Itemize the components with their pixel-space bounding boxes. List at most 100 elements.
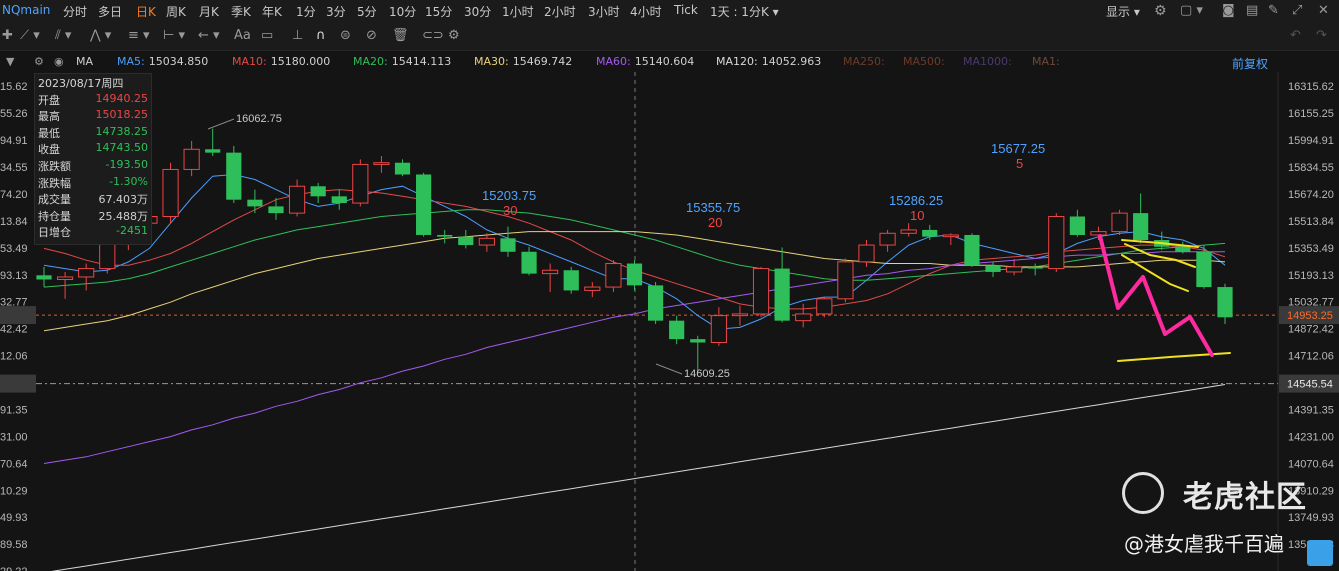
indicator-name[interactable]: MA [76,55,93,68]
ma-legend-item[interactable]: MA5: 15034.850 [117,55,208,68]
ma-legend-label: MA60: [596,55,631,68]
ruler-icon[interactable]: ⊥ [292,28,303,43]
day-select[interactable]: 1天 : 1分K ▾ [710,3,779,20]
arrow-left-icon[interactable]: ← ▾ [198,28,220,43]
indicator-eye-icon[interactable]: ◉ [54,55,64,68]
redo-icon[interactable]: ↷ [1316,28,1327,43]
candle-body-up [710,315,727,344]
magnet-icon[interactable]: ∩ [316,28,326,43]
ma-legend-item[interactable]: MA1000: [963,55,1016,68]
measure-icon[interactable]: ⊢ ▾ [163,28,185,43]
expand-icon[interactable]: ⤢ [1292,3,1302,18]
tab-timeframe[interactable]: 4小时 [630,3,662,20]
ma-legend-item[interactable]: MA1: [1032,55,1064,68]
ma-legend-item[interactable]: MA20: 15414.113 [353,55,451,68]
ma-legend-value: 15034.850 [148,55,209,68]
ma-legend-label: MA20: [353,55,388,68]
info-row: 涨跌幅 -1.30% [35,174,151,191]
candle-body-up [1048,215,1065,270]
chart-annotation: 20 [708,215,722,230]
candle-body-up [584,286,601,291]
y-tick-label-right: 14231.00 [1288,431,1334,443]
display-dropdown[interactable]: 显示 ▾ [1106,3,1140,20]
ma-legend-item[interactable]: MA10: 15180.000 [232,55,330,68]
ma-legend-value: 15180.000 [270,55,331,68]
info-key: 最高 [38,110,60,124]
candle-body-up [99,242,116,270]
ma-legend-label: MA1000: [963,55,1012,68]
ma-legend-item[interactable]: MA120: 14052.963 [716,55,821,68]
tab-timeframe[interactable]: 分时 [63,3,87,20]
candle-body-down [394,162,411,175]
tab-timeframe[interactable]: 周K [166,3,186,20]
ma-legend-item[interactable]: MA60: 15140.604 [596,55,694,68]
chart-annotation: 15286.25 [889,193,943,208]
info-value: -2451 [116,224,148,238]
hide-icon[interactable]: ⊘ [366,28,377,43]
drawing-toolbar: ✚ ⟋ ▾ ⫽ ▾ ⋀ ▾ ≡ ▾ ⊢ ▾ ← ▾ Aa ▭ ⊥ ∩ ⊜ ⊘ 🗑… [0,22,1339,51]
tab-timeframe[interactable]: 10分 [389,3,416,20]
ma-legend-item[interactable]: MA500: [903,55,949,68]
tab-timeframe[interactable]: 30分 [464,3,491,20]
ma-legend-value: 15414.113 [391,55,452,68]
candle-body-down [226,152,242,200]
candle-body-up [352,163,369,204]
pattern-icon[interactable]: ⋀ ▾ [90,28,111,43]
candle-body-down [310,186,326,197]
tab-timeframe[interactable]: 多日 [98,3,122,20]
tab-timeframe[interactable]: Tick [674,3,698,17]
layout-square-icon[interactable]: ▢ ▾ [1180,3,1203,18]
adjust-mode-button[interactable]: 前复权 [1232,55,1268,72]
ma-legend-item[interactable]: MA250: [843,55,889,68]
crosshair-icon[interactable]: ✚ [2,28,13,43]
trendline-icon[interactable]: ⟋ ▾ [20,28,40,43]
tab-timeframe[interactable]: 月K [199,3,219,20]
tab-timeframe[interactable]: 15分 [425,3,452,20]
info-row: 持仓量 25.488万 [35,207,151,224]
candle-body-down [521,251,537,274]
fib-icon[interactable]: ≡ ▾ [128,28,150,43]
undo-icon[interactable]: ↶ [1290,28,1301,43]
y-tick-label-left: 29.22 [0,566,28,571]
chart-annotation: 14609.25 [684,368,730,380]
tab-timeframe[interactable]: 季K [231,3,251,20]
tab-timeframe[interactable]: 3小时 [588,3,620,20]
tab-timeframe[interactable]: 2小时 [544,3,576,20]
tab-timeframe[interactable]: 日K [136,3,156,20]
pencil-icon[interactable]: ✎ [1268,3,1279,18]
y-tick-label-left: 70.64 [0,458,28,470]
close-icon[interactable]: ✕ [1318,3,1329,18]
lock-icon[interactable]: ⊜ [340,28,351,43]
info-row: 最高 15018.25 [35,107,151,124]
settings-gear-icon[interactable]: ⚙ [1154,3,1167,19]
tab-timeframe[interactable]: 年K [262,3,282,20]
collapse-chevron-icon[interactable]: ▼ [6,55,14,68]
comment-icon[interactable]: ▭ [261,28,273,43]
low-price-label: 14545.54 [1287,379,1333,391]
text-tool-icon[interactable]: Aa [234,28,251,43]
tab-timeframe[interactable]: 1小时 [502,3,534,20]
candle-body-down [416,174,432,235]
channel-icon[interactable]: ⫽ ▾ [55,28,71,43]
camera-icon[interactable]: ◙ [1222,3,1235,18]
y-tick-label-right: 15834.55 [1288,162,1334,174]
trash-icon[interactable]: 🗑 [392,28,409,43]
symbol-label[interactable]: NQmain [2,3,50,17]
candle-body-down [247,199,263,207]
chart-annotation: 30 [503,203,517,218]
candle-body-down [458,236,474,246]
ma-legend-label: MA5: [117,55,145,68]
candle-body-up [942,234,959,238]
tab-timeframe[interactable]: 3分 [326,3,346,20]
candle-body-up [1111,212,1128,233]
tab-timeframe[interactable]: 1分 [296,3,316,20]
tab-timeframe[interactable]: 5分 [357,3,377,20]
ma-line-ma120 [51,384,1226,571]
ma-legend-item[interactable]: MA30: 15469.742 [474,55,572,68]
indicator-settings-icon[interactable]: ⚙ [34,55,44,68]
y-tick-label-left: 74.20 [0,189,28,201]
toolbar-settings-icon[interactable]: ⚙ [448,28,460,43]
layers-icon[interactable]: ▤ [1246,3,1258,18]
link-icon[interactable]: ⊂⊃ [422,28,444,43]
y-tick-label-right: 16155.25 [1288,108,1334,120]
